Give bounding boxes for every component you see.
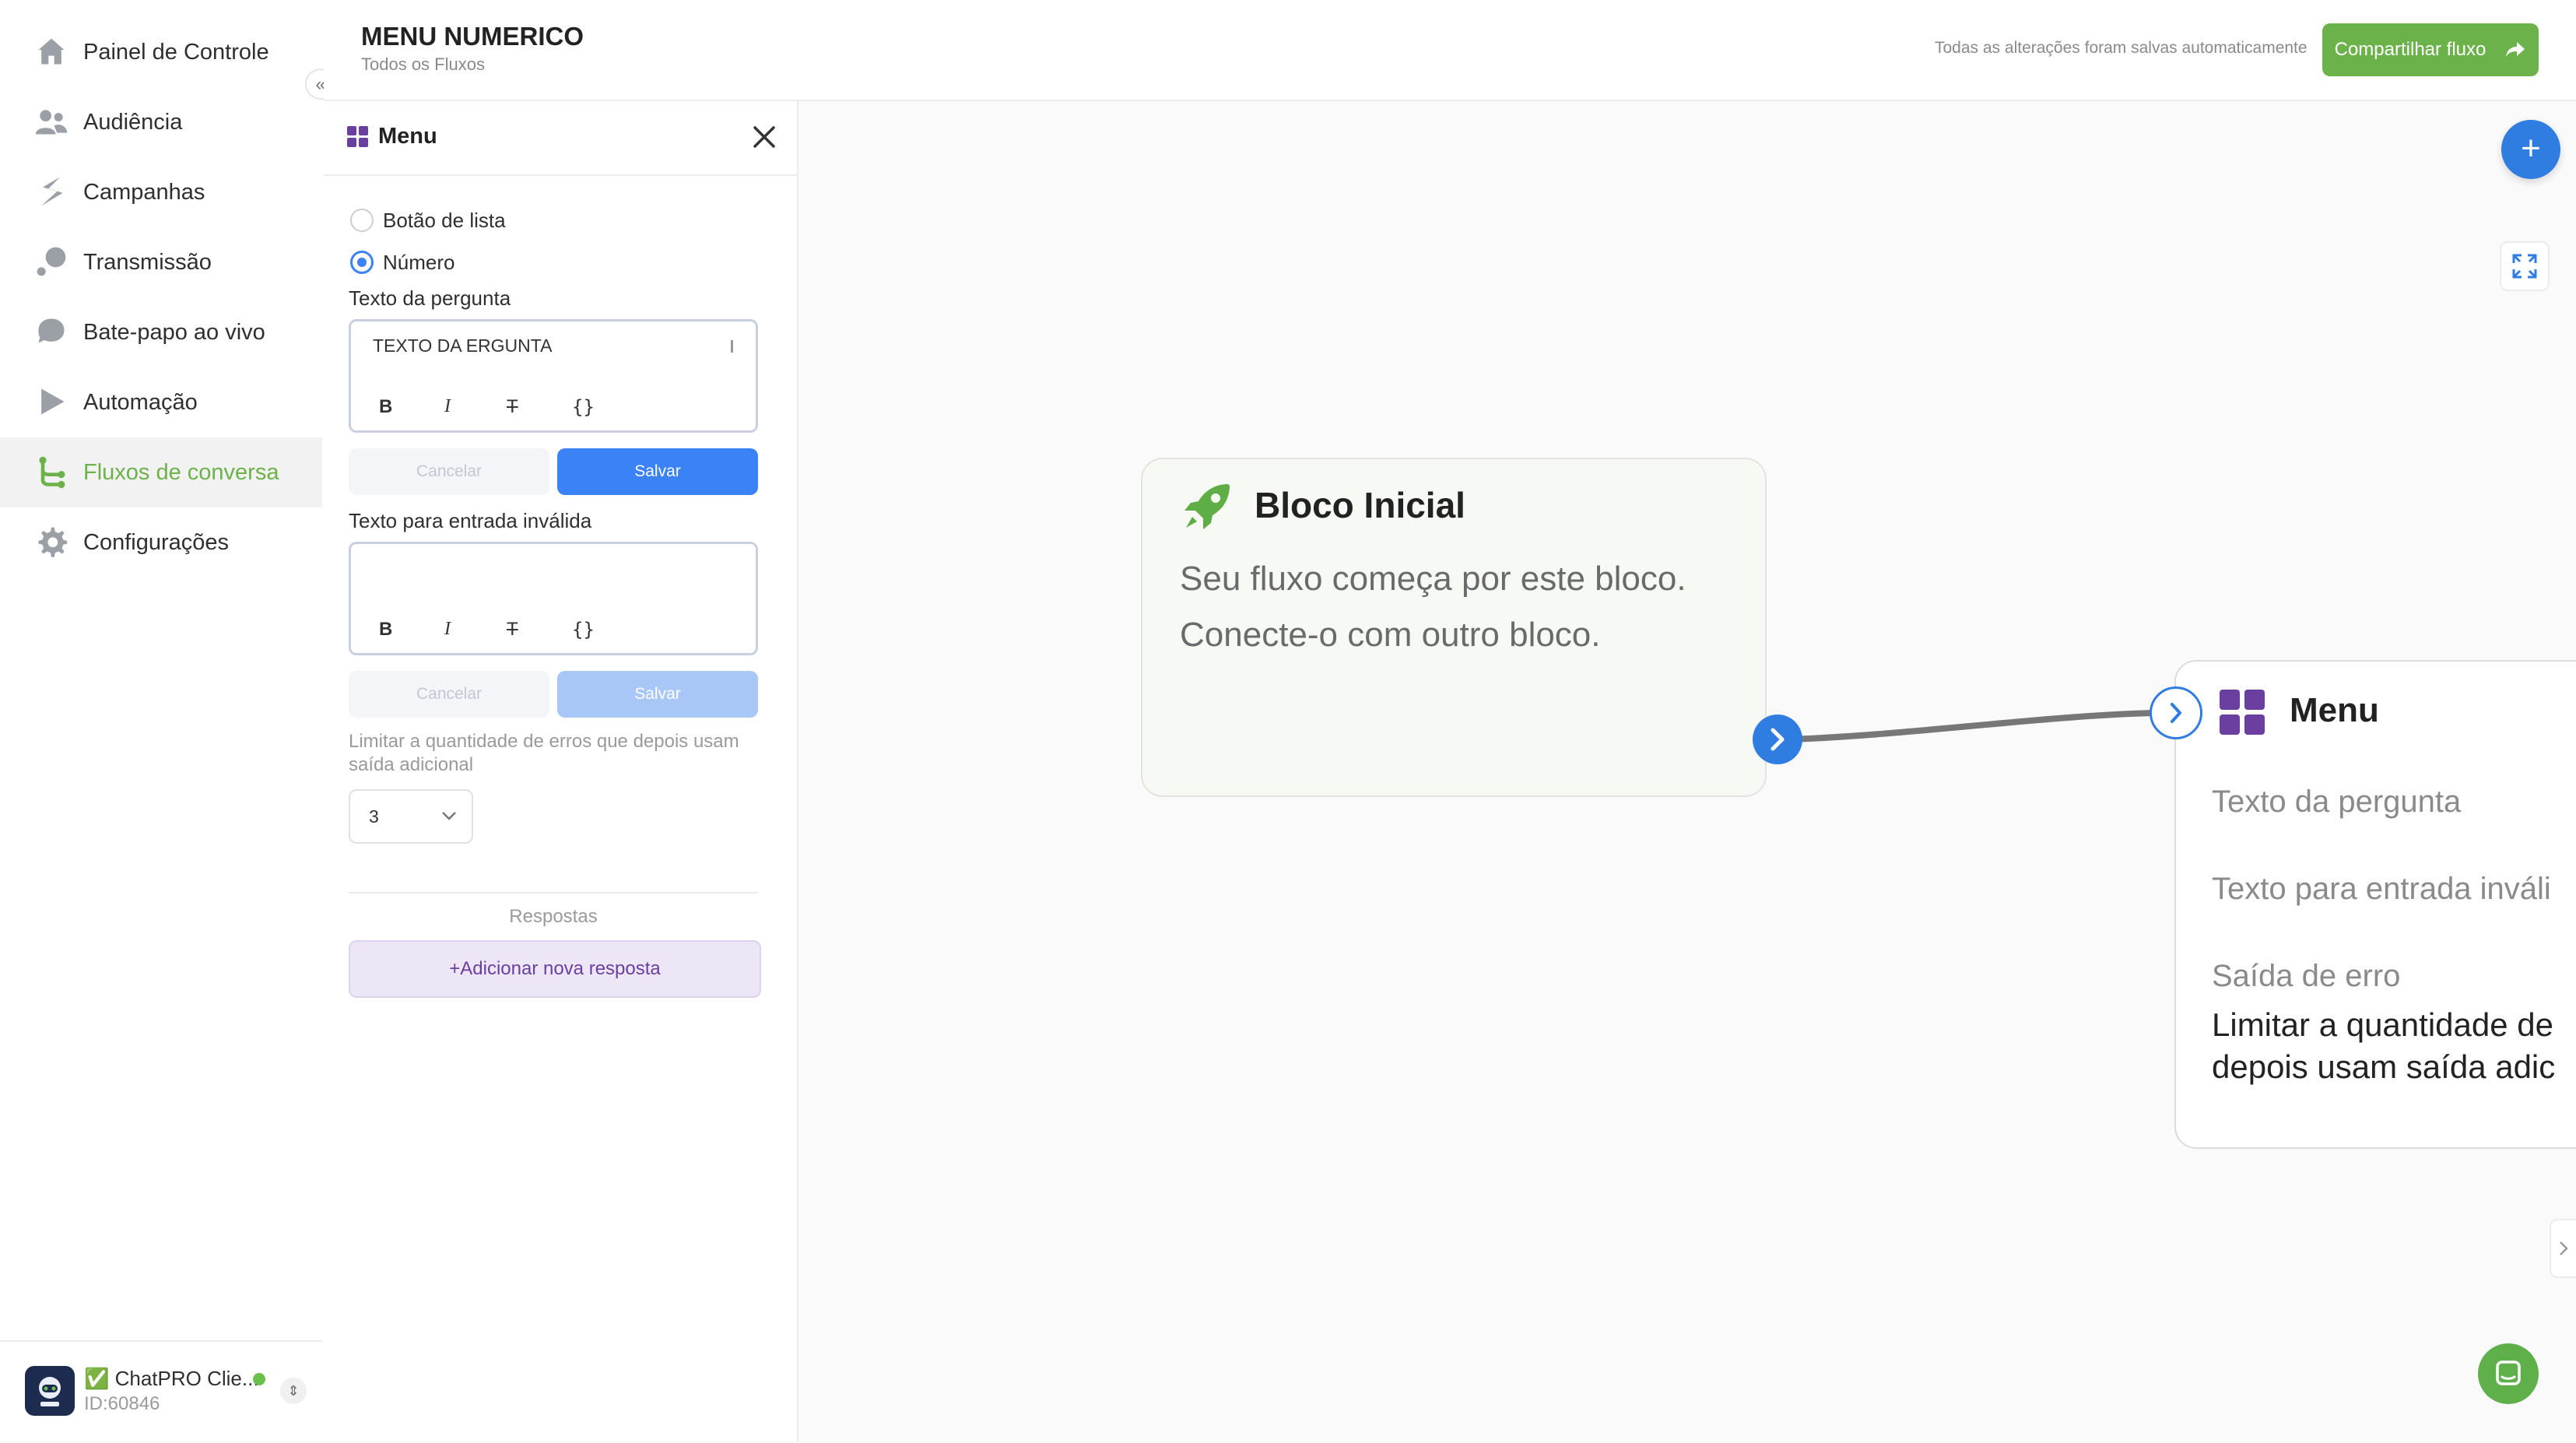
chevron-right-icon <box>1771 728 1785 751</box>
sidebar-item-label: Painel de Controle <box>83 39 269 65</box>
account-switch-button[interactable]: ⇕ <box>280 1378 307 1404</box>
share-arrow-icon <box>2506 42 2525 57</box>
menu-error-description: Limitar a quantidade de depois usam saíd… <box>2212 1004 2555 1088</box>
chevron-down-icon <box>442 812 456 820</box>
bold-button[interactable]: B <box>379 396 392 418</box>
strikethrough-button[interactable]: T <box>507 396 518 418</box>
account-id: ID:60846 <box>84 1393 160 1414</box>
menu-error-line-1: Limitar a quantidade de <box>2212 1006 2553 1043</box>
share-flow-button[interactable]: Compartilhar fluxo <box>2322 23 2539 76</box>
save-invalid-button[interactable]: Salvar <box>557 671 758 718</box>
add-answer-button[interactable]: +Adicionar nova resposta <box>349 940 761 998</box>
drawer-handle-icon <box>2560 1241 2568 1255</box>
chevron-right-icon <box>2171 703 2181 723</box>
sidebar-item-live-chat[interactable]: Bate-papo ao vivo <box>0 297 322 367</box>
menu-error-line-2: depois usam saída adic <box>2212 1048 2556 1085</box>
sidebar-item-label: Bate-papo ao vivo <box>83 319 265 345</box>
answers-heading: Respostas <box>509 906 598 927</box>
italic-button[interactable]: I <box>444 619 451 640</box>
home-icon <box>38 38 65 65</box>
radio-list-button-label: Botão de lista <box>383 209 506 232</box>
bold-button[interactable]: B <box>379 619 392 641</box>
error-limit-select[interactable]: 3 <box>349 789 473 844</box>
cancel-invalid-button[interactable]: Cancelar <box>349 671 549 718</box>
sidebar-item-label: Configurações <box>83 529 229 555</box>
sidebar-item-conversation-flows[interactable]: Fluxos de conversa <box>0 437 322 507</box>
share-flow-label: Compartilhar fluxo <box>2334 39 2487 60</box>
text-cursor <box>731 340 733 353</box>
play-icon <box>41 388 65 415</box>
invalid-input-label: Texto para entrada inválida <box>349 509 592 532</box>
sidebar-item-label: Automação <box>83 389 198 415</box>
broadcast-icon <box>37 247 66 276</box>
users-icon <box>35 110 68 135</box>
error-limit-label: Limitar a quantidade de erros que depois… <box>349 731 739 775</box>
sidebar-item-automation[interactable]: Automação <box>0 367 322 437</box>
menu-error-exit-label: Saída de erro <box>2212 959 2401 993</box>
strikethrough-button[interactable]: T <box>507 619 518 641</box>
autosave-status: Todas as alterações foram salvas automat… <box>1935 39 2308 57</box>
start-block-description: Seu fluxo começa por este bloco. Conecte… <box>1180 551 1756 663</box>
avatar[interactable] <box>25 1366 75 1416</box>
menu-block-title: Menu <box>2290 691 2379 729</box>
invalid-input-editor[interactable]: B I T {} <box>349 542 758 655</box>
sidebar-item-settings[interactable]: Configurações <box>0 507 322 578</box>
panel-title: Menu <box>378 124 437 149</box>
sidebar-item-dashboard[interactable]: Painel de Controle <box>0 17 322 87</box>
sidebar: Painel de Controle Audiência Campanhas T… <box>0 0 325 1441</box>
breadcrumb[interactable]: Todos os Fluxos <box>361 54 485 75</box>
side-drawer-tab[interactable] <box>2550 1219 2576 1278</box>
radio-number[interactable] <box>350 251 374 274</box>
page-title: MENU NUMERICO <box>361 22 584 51</box>
robot-logo-icon <box>39 1377 61 1406</box>
variables-button[interactable]: {} <box>572 396 595 418</box>
divider <box>349 892 758 894</box>
question-text-editor[interactable]: TEXTO DA ERGUNTA B I T {} <box>349 319 758 433</box>
menu-invalid-row: Texto para entrada inváli <box>2212 872 2551 906</box>
question-text-label: Texto da pergunta <box>349 286 511 310</box>
expand-icon <box>2512 254 2537 279</box>
add-block-button[interactable]: + <box>2501 120 2560 179</box>
sidebar-item-campaigns[interactable]: Campanhas <box>0 157 322 227</box>
save-question-button[interactable]: Salvar <box>557 448 758 495</box>
sidebar-item-audience[interactable]: Audiência <box>0 87 322 157</box>
chat-icon <box>2496 1360 2521 1385</box>
cancel-question-button[interactable]: Cancelar <box>349 448 549 495</box>
question-text-value: TEXTO DA ERGUNTA <box>373 335 553 356</box>
account-name: ✅ ChatPRO Clie... <box>84 1367 259 1390</box>
chat-bubble-icon <box>38 318 65 343</box>
sidebar-item-label: Transmissão <box>83 249 212 275</box>
connection-line[interactable] <box>1790 700 2179 763</box>
start-block-title: Bloco Inicial <box>1255 485 1465 525</box>
campaign-icon <box>41 177 63 206</box>
sidebar-item-label: Audiência <box>83 109 183 135</box>
italic-button[interactable]: I <box>444 396 451 417</box>
chat-launcher-button[interactable] <box>2478 1343 2539 1404</box>
gear-icon <box>38 527 68 557</box>
grid-icon <box>2220 690 2265 735</box>
start-block-line-2: Conecte-o com outro bloco. <box>1180 616 1601 654</box>
start-output-port[interactable] <box>1753 714 1802 764</box>
menu-question-row: Texto da pergunta <box>2212 785 2462 819</box>
fit-view-button[interactable] <box>2500 241 2550 291</box>
close-icon[interactable] <box>750 123 778 151</box>
error-limit-value: 3 <box>369 806 379 827</box>
online-status-dot <box>253 1373 265 1385</box>
radio-number-label: Número <box>383 251 455 274</box>
plus-icon: + <box>2521 129 2541 167</box>
rocket-icon <box>1184 484 1230 529</box>
radio-list-button[interactable] <box>350 209 374 232</box>
variables-button[interactable]: {} <box>572 619 595 641</box>
sidebar-item-broadcast[interactable]: Transmissão <box>0 227 322 297</box>
sidebar-item-label: Fluxos de conversa <box>83 459 279 485</box>
menu-input-port[interactable] <box>2150 686 2202 739</box>
sort-arrows-icon: ⇕ <box>287 1383 300 1399</box>
start-block-line-1: Seu fluxo começa por este bloco. <box>1180 560 1686 598</box>
sidebar-item-label: Campanhas <box>83 179 205 205</box>
flow-icon <box>39 456 65 489</box>
grid-icon <box>347 126 368 147</box>
